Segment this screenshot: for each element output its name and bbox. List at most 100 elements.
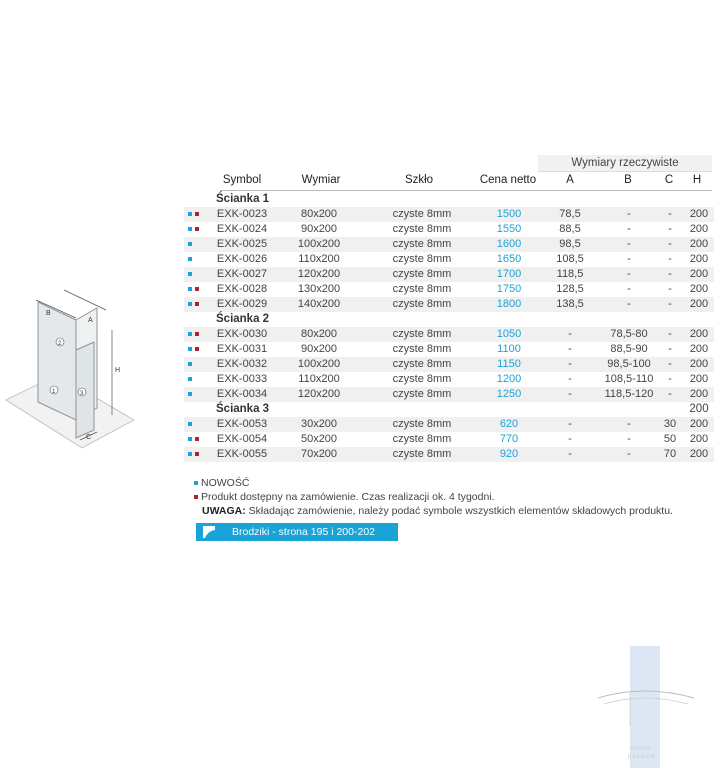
section-title: Ścianka 3 bbox=[216, 403, 270, 415]
cell-wymiar: 90x200 bbox=[300, 223, 338, 235]
tray-reference-banner[interactable]: Brodziki - strona 195 i 200-202 bbox=[196, 523, 398, 541]
cell-szklo: czyste 8mm bbox=[392, 268, 452, 280]
cell-szklo: czyste 8mm bbox=[392, 373, 452, 385]
cell-szklo: czyste 8mm bbox=[392, 448, 452, 460]
cell-b: - bbox=[627, 208, 631, 220]
cell-symbol: EXK-0055 bbox=[216, 448, 268, 460]
cell-b: - bbox=[627, 433, 631, 445]
table-row: EXK-0033 110x200 czyste 8mm 1200 - 108,5-110 -… bbox=[184, 372, 714, 387]
col-header-a: A bbox=[566, 174, 574, 186]
cell-a: - bbox=[568, 448, 572, 460]
brand-line-2: passule bbox=[628, 754, 656, 760]
cell-szklo: czyste 8mm bbox=[392, 238, 452, 250]
table-row: EXK-0030 80x200 czyste 8mm 1050 - 78,5-80 - 200 bbox=[184, 327, 714, 342]
new-marker-icon bbox=[188, 347, 192, 351]
cell-cena: 1650 bbox=[496, 253, 522, 265]
note-warning: UWAGA: Składając zamówienie, należy poda… bbox=[202, 504, 718, 518]
cell-b: 118,5-120 bbox=[604, 388, 654, 400]
cell-h: 200 bbox=[689, 283, 709, 295]
cell-szklo: czyste 8mm bbox=[392, 253, 452, 265]
cell-cena: 1500 bbox=[496, 208, 522, 220]
cell-symbol: EXK-0053 bbox=[216, 418, 268, 430]
cell-c: 50 bbox=[663, 433, 677, 445]
cell-symbol: EXK-0028 bbox=[216, 283, 268, 295]
col-header-b: B bbox=[624, 174, 632, 186]
section-title: Ścianka 1 bbox=[216, 193, 270, 205]
table-header: Symbol Wymiar Szkło Cena netto A B C H bbox=[220, 172, 712, 191]
cell-wymiar: 110x200 bbox=[298, 253, 340, 265]
new-marker-icon bbox=[188, 392, 192, 396]
new-marker-icon bbox=[188, 452, 192, 456]
cell-h: 200 bbox=[689, 418, 709, 430]
table-row: EXK-0025 100x200 czyste 8mm 1600 98,5 - - 200 bbox=[184, 237, 714, 252]
cell-wymiar: 130x200 bbox=[297, 283, 341, 295]
cell-c: - bbox=[668, 373, 672, 385]
banner-text: Brodziki - strona 195 i 200-202 bbox=[232, 526, 375, 538]
cell-symbol: EXK-0027 bbox=[216, 268, 268, 280]
cell-c: - bbox=[668, 253, 672, 265]
cell-szklo: czyste 8mm bbox=[392, 358, 452, 370]
cell-h: 200 bbox=[689, 448, 709, 460]
cell-symbol: EXK-0034 bbox=[216, 388, 268, 400]
table-row: EXK-0028 130x200 czyste 8mm 1750 128,5 - - 200 bbox=[184, 282, 714, 297]
cell-b: - bbox=[627, 448, 631, 460]
cell-b: - bbox=[627, 253, 631, 265]
cell-a: - bbox=[568, 388, 572, 400]
cell-cena: 1200 bbox=[496, 373, 522, 385]
table-row: EXK-0032 100x200 czyste 8mm 1150 - 98,5-100 - 2… bbox=[184, 357, 714, 372]
col-header-symbol: Symbol bbox=[222, 174, 262, 186]
cell-wymiar: 70x200 bbox=[300, 448, 338, 460]
table-row: EXK-0026 110x200 czyste 8mm 1650 108,5 - - 200 bbox=[184, 252, 714, 267]
cell-b: - bbox=[627, 298, 631, 310]
cell-wymiar: 80x200 bbox=[300, 328, 338, 340]
cell-h: 200 bbox=[689, 223, 709, 235]
cell-c: - bbox=[668, 298, 672, 310]
cell-h: 200 bbox=[689, 388, 709, 400]
cell-symbol: EXK-0024 bbox=[216, 223, 268, 235]
cell-h: 200 bbox=[689, 373, 709, 385]
table-row: EXK-0031 90x200 czyste 8mm 1100 - 88,5-90 - 200 bbox=[184, 342, 714, 357]
warning-label: UWAGA: bbox=[202, 505, 246, 517]
table-row: EXK-0029 140x200 czyste 8mm 1800 138,5 - - 200 bbox=[184, 297, 714, 312]
cell-szklo: czyste 8mm bbox=[392, 283, 452, 295]
cell-b: - bbox=[627, 268, 631, 280]
cell-cena: 920 bbox=[499, 448, 519, 460]
cell-c: - bbox=[668, 343, 672, 355]
warning-text: Składając zamówienie, należy podać symbo… bbox=[245, 505, 673, 517]
product-table: Ścianka 1 EXK-0023 80x200 czyste 8mm 1500 78,… bbox=[184, 192, 714, 462]
cell-cena: 1250 bbox=[496, 388, 522, 400]
cell-cena: 1800 bbox=[496, 298, 522, 310]
cell-cena: 1600 bbox=[496, 238, 522, 250]
cell-szklo: czyste 8mm bbox=[392, 388, 452, 400]
cell-c: - bbox=[668, 328, 672, 340]
brand-line-1: vennu bbox=[630, 746, 651, 752]
table-row: EXK-0055 70x200 czyste 8mm 920 - - 70 200 bbox=[184, 447, 714, 462]
brand-watermark: vennu passule bbox=[597, 646, 695, 768]
cell-h: 200 bbox=[689, 343, 709, 355]
new-marker-icon bbox=[188, 272, 192, 276]
cell-cena: 1050 bbox=[496, 328, 522, 340]
cell-b: - bbox=[627, 223, 631, 235]
cell-a: - bbox=[568, 418, 572, 430]
cell-symbol: EXK-0031 bbox=[216, 343, 268, 355]
cell-a: - bbox=[568, 328, 572, 340]
cell-a: - bbox=[568, 343, 572, 355]
on-order-marker-icon bbox=[194, 495, 198, 500]
cell-b: 88,5-90 bbox=[610, 343, 648, 355]
on-order-marker-icon bbox=[195, 212, 199, 216]
cell-h: 200 bbox=[689, 433, 709, 445]
cell-a: - bbox=[568, 373, 572, 385]
cell-cena: 770 bbox=[499, 433, 519, 445]
cell-b: 78,5-80 bbox=[610, 328, 648, 340]
cell-h: 200 bbox=[689, 298, 709, 310]
diagram-label-b: B bbox=[46, 310, 51, 317]
cell-szklo: czyste 8mm bbox=[392, 328, 452, 340]
cell-cena: 620 bbox=[499, 418, 519, 430]
cell-wymiar: 50x200 bbox=[300, 433, 338, 445]
cell-cena: 1550 bbox=[496, 223, 522, 235]
cell-a: 78,5 bbox=[559, 208, 581, 220]
cell-c: - bbox=[668, 388, 672, 400]
new-marker-icon bbox=[188, 437, 192, 441]
cell-symbol: EXK-0030 bbox=[216, 328, 268, 340]
new-marker-icon bbox=[194, 481, 198, 486]
